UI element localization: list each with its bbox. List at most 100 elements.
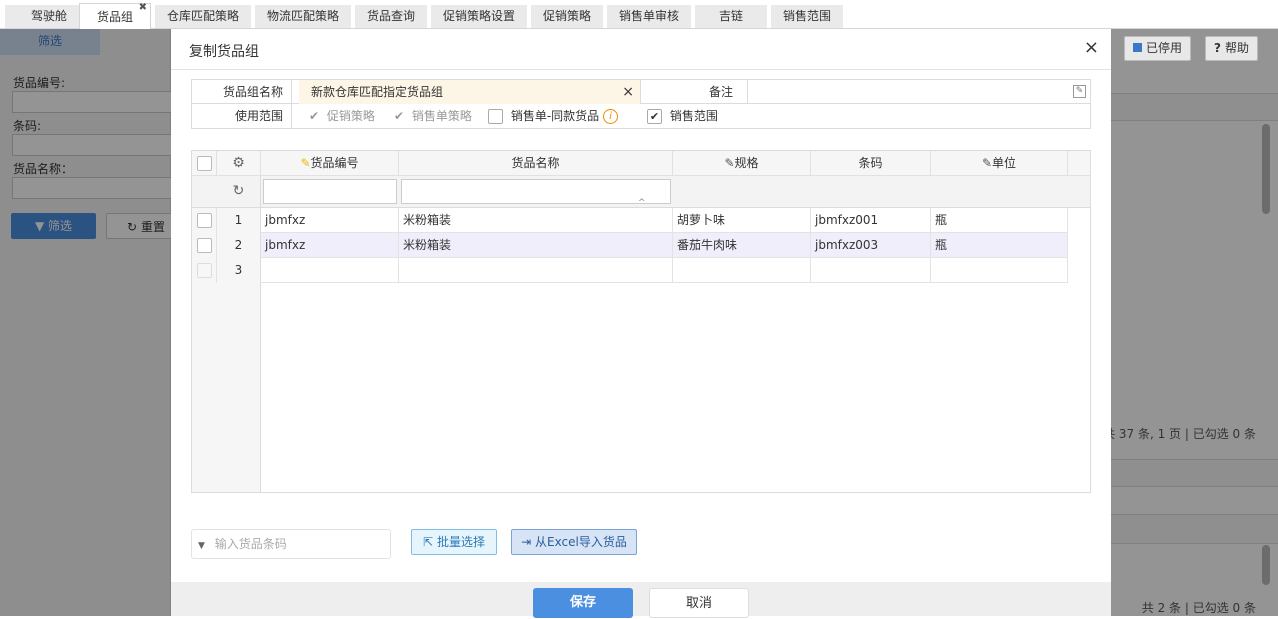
scope-same-item-checkbox[interactable]: 销售单-同款货品 i — [488, 104, 618, 128]
batch-select-button[interactable]: ⇱ 批量选择 — [411, 529, 497, 555]
cell-spec[interactable]: 胡萝卜味 — [673, 208, 811, 233]
scope-region-checkbox[interactable]: ✔ 销售范围 — [647, 104, 718, 128]
tab-sales-review[interactable]: 销售单审核 — [607, 5, 691, 28]
tab-promo-strategy[interactable]: 促销策略 — [531, 5, 603, 28]
select-all-cell — [192, 151, 217, 176]
close-icon[interactable]: ✖ — [139, 2, 147, 14]
row-checkbox[interactable] — [197, 263, 212, 278]
cell-spec[interactable] — [673, 258, 811, 283]
import-excel-button[interactable]: ⇥ 从Excel导入货品 — [511, 529, 637, 555]
col-unit-label: 单位 — [992, 156, 1017, 170]
chevron-up-icon: ^ — [638, 198, 646, 208]
tab-bar: 驾驶舱 货品组 ✖ 仓库匹配策略 物流匹配策略 货品查询 促销策略设置 促销策略 … — [0, 0, 1278, 29]
dialog-title: 复制货品组 — [189, 44, 259, 60]
col-name[interactable]: 货品名称 — [399, 151, 673, 176]
help-button[interactable]: ? 帮助 — [1205, 36, 1258, 61]
import-excel-label: 从Excel导入货品 — [535, 535, 627, 549]
copy-group-dialog: 复制货品组 × 货品组名称 新款仓库匹配指定货品组 × 备注 ✎ 使用范围 ✔ … — [171, 29, 1111, 618]
check-icon: ✔ — [647, 109, 662, 124]
tab-warehouse-strategy[interactable]: 仓库匹配策略 — [155, 5, 251, 28]
close-icon[interactable]: × — [1084, 37, 1099, 58]
tab-product-query[interactable]: 货品查询 — [355, 5, 427, 28]
cell-code[interactable]: jbmfxz — [261, 208, 399, 233]
col-name-label: 货品名称 — [511, 156, 560, 170]
col-unit[interactable]: ✎单位 — [931, 151, 1068, 176]
grid-header: ⚙ ✎货品编号 货品名称 ✎规格 条码 ✎单位 — [192, 151, 1090, 176]
row-number: 1 — [217, 208, 261, 233]
check-icon: ✔ — [309, 109, 320, 123]
cell-unit[interactable]: 瓶 — [931, 208, 1068, 233]
tab-label: 驾驶舱 — [30, 9, 67, 23]
select-all-checkbox[interactable] — [197, 156, 212, 171]
disabled-label: 已停用 — [1146, 41, 1183, 55]
tab-label: 物流匹配策略 — [266, 9, 339, 23]
scope-sales-checkbox[interactable]: ✔ 销售单策略 — [394, 104, 472, 128]
col-code[interactable]: ✎货品编号 — [261, 151, 399, 176]
row-number: 2 — [217, 233, 261, 258]
cell-barcode[interactable]: jbmfxz003 — [811, 233, 931, 258]
cell-code[interactable] — [261, 258, 399, 283]
tab-label: 销售范围 — [782, 9, 831, 23]
cell-spec[interactable]: 番茄牛肉味 — [673, 233, 811, 258]
table-row[interactable]: 3 — [192, 258, 1068, 283]
cell-name[interactable]: 米粉箱装 — [399, 233, 673, 258]
gear-icon[interactable]: ⚙ — [217, 151, 261, 176]
refresh-icon[interactable]: ↻ — [192, 176, 261, 207]
tab-promo-settings[interactable]: 促销策略设置 — [431, 5, 527, 28]
pencil-icon: ✎ — [981, 156, 993, 170]
cell-unit[interactable]: 瓶 — [931, 233, 1068, 258]
help-label: 帮助 — [1224, 41, 1249, 55]
clear-icon[interactable]: × — [622, 80, 634, 104]
checkbox-box — [488, 109, 503, 124]
col-spec[interactable]: ✎规格 — [673, 151, 811, 176]
tab-logistics-strategy[interactable]: 物流匹配策略 — [255, 5, 351, 28]
batch-select-label: 批量选择 — [436, 535, 485, 549]
group-name-input[interactable]: 新款仓库匹配指定货品组 × — [299, 80, 640, 104]
cell-barcode[interactable] — [811, 258, 931, 283]
col-barcode[interactable]: 条码 — [811, 151, 931, 176]
save-button[interactable]: 保存 — [533, 588, 633, 618]
table-row[interactable]: 1 jbmfxz 米粉箱装 胡萝卜味 jbmfxz001 瓶 — [192, 208, 1068, 233]
info-icon[interactable]: i — [603, 109, 618, 124]
barcode-entry-input[interactable]: ▼ 输入货品条码 — [191, 529, 391, 559]
scope-promo-label: 促销策略 — [326, 109, 375, 123]
col-barcode-label: 条码 — [858, 156, 883, 170]
table-row[interactable]: 2 jbmfxz 米粉箱装 番茄牛肉味 jbmfxz003 瓶 — [192, 233, 1068, 258]
code-filter-input[interactable] — [263, 179, 397, 204]
scope-region-label: 销售范围 — [669, 109, 718, 123]
col-code-label: 货品编号 — [310, 156, 359, 170]
page-info-2: 共 2 条 | 已勾选 0 条 — [1141, 601, 1256, 615]
row-select-cell — [192, 233, 217, 258]
tab-label: 促销策略 — [542, 9, 591, 23]
group-name-value: 新款仓库匹配指定货品组 — [311, 85, 444, 99]
row-number: 3 — [217, 258, 261, 283]
pencil-icon: ✎ — [724, 156, 735, 170]
scope-promo-checkbox[interactable]: ✔ 促销策略 — [309, 104, 375, 128]
group-name-label: 货品组名称 — [192, 80, 292, 104]
tab-jilian[interactable]: 吉链 — [695, 5, 767, 28]
tab-sales-scope[interactable]: 销售范围 — [771, 5, 843, 28]
cell-barcode[interactable]: jbmfxz001 — [811, 208, 931, 233]
import-icon: ⇥ — [521, 535, 532, 549]
cell-name[interactable] — [399, 258, 673, 283]
cell-unit[interactable] — [931, 258, 1068, 283]
caret-down-icon: ▼ — [198, 541, 205, 551]
pencil-icon: ✎ — [300, 156, 311, 170]
remark-input[interactable]: ✎ — [748, 80, 1090, 104]
row-checkbox[interactable] — [197, 213, 212, 228]
cell-code[interactable]: jbmfxz — [261, 233, 399, 258]
group-form: 货品组名称 新款仓库匹配指定货品组 × 备注 ✎ 使用范围 ✔ 促销策略 ✔ 销… — [191, 79, 1091, 129]
row-checkbox[interactable] — [197, 238, 212, 253]
cancel-button[interactable]: 取消 — [649, 588, 749, 618]
tab-label: 销售单审核 — [618, 9, 679, 23]
edit-icon[interactable]: ✎ — [1073, 85, 1086, 98]
disabled-filter-button[interactable]: 已停用 — [1124, 36, 1192, 61]
question-icon: ? — [1214, 41, 1221, 55]
col-spec-label: 规格 — [734, 156, 759, 170]
name-filter-input[interactable] — [401, 179, 671, 204]
cell-name[interactable]: 米粉箱装 — [399, 208, 673, 233]
tab-label: 促销策略设置 — [442, 9, 515, 23]
row-select-cell — [192, 208, 217, 233]
barcode-entry-placeholder: 输入货品条码 — [214, 537, 287, 551]
tab-product-group[interactable]: 货品组 ✖ — [79, 2, 151, 29]
